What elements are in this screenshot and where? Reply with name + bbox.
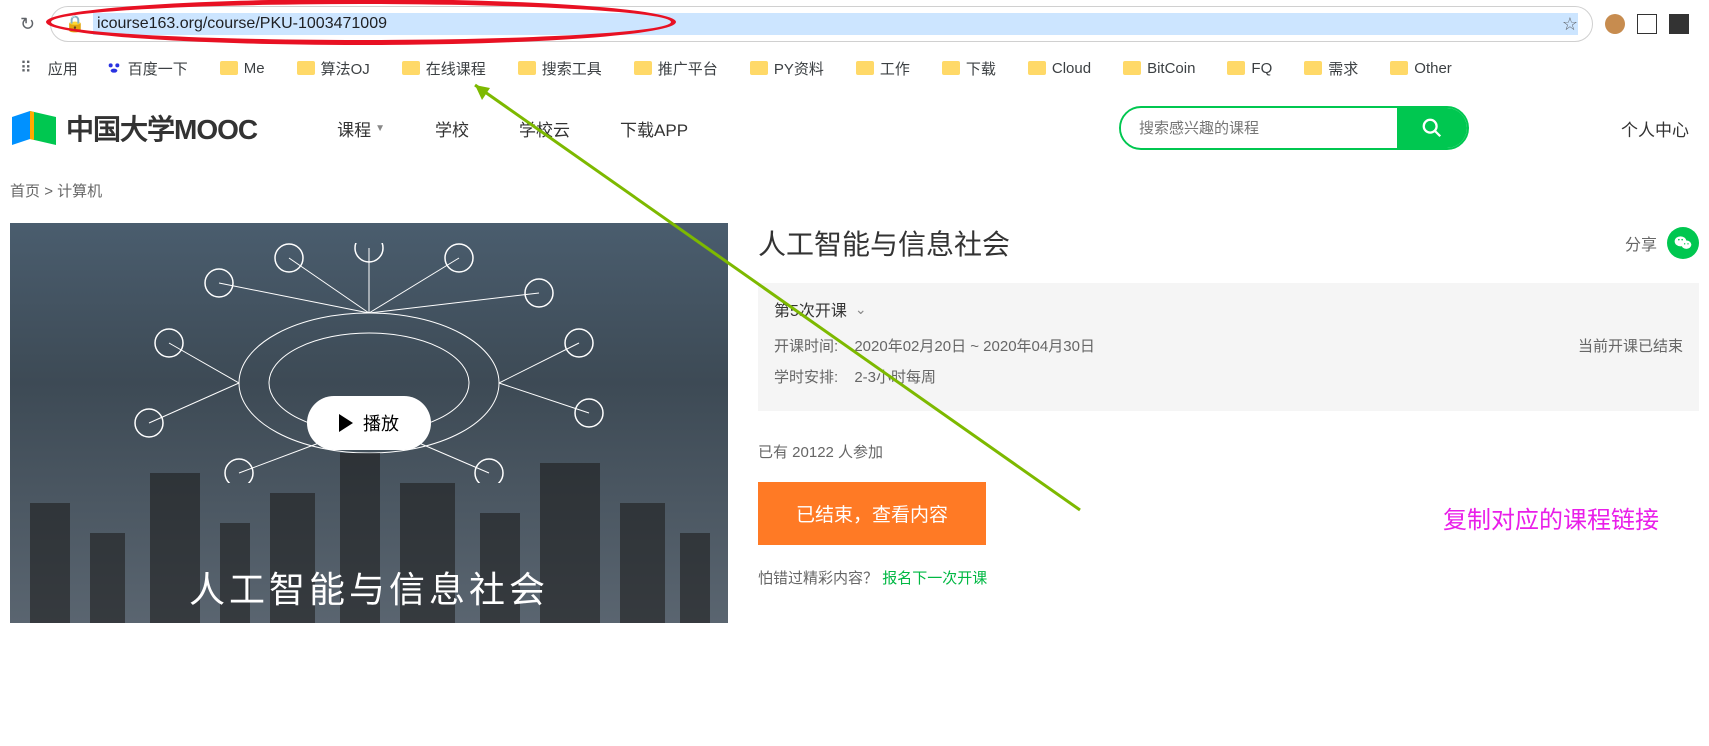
personal-center-link[interactable]: 个人中心: [1621, 116, 1689, 141]
bookmark-label: 工作: [880, 58, 910, 79]
play-button[interactable]: 播放: [307, 396, 431, 450]
play-label: 播放: [363, 410, 399, 436]
bookmark-label: Cloud: [1052, 60, 1091, 77]
bookmark-label: 搜索工具: [542, 58, 602, 79]
bookmark-folder[interactable]: 工作: [856, 58, 910, 79]
bookmark-label: Other: [1414, 60, 1452, 77]
open-time-label: 开课时间:: [774, 338, 838, 355]
session-label: 第5次开课: [774, 297, 847, 321]
site-name[interactable]: 中国大学MOOC: [66, 108, 257, 148]
folder-icon: [297, 61, 315, 75]
bookmark-folder[interactable]: Other: [1390, 60, 1452, 77]
bookmark-folder[interactable]: 搜索工具: [518, 58, 602, 79]
url-text[interactable]: icourse163.org/course/PKU-1003471009: [93, 13, 1578, 35]
share-label: 分享: [1625, 231, 1657, 255]
nav-courses[interactable]: 课程▼: [337, 116, 385, 141]
bookmark-label: FQ: [1251, 60, 1272, 77]
folder-icon: [518, 61, 536, 75]
bookmark-folder[interactable]: FQ: [1227, 60, 1272, 77]
bookmark-folder[interactable]: Cloud: [1028, 60, 1091, 77]
bookmark-folder[interactable]: 需求: [1304, 58, 1358, 79]
folder-icon: [942, 61, 960, 75]
session-status: 当前开课已结束: [1578, 335, 1683, 356]
search-icon: [1421, 117, 1443, 139]
extension-icon[interactable]: [1669, 14, 1689, 34]
session-info-box: 第5次开课 ⌄ 开课时间: 2020年02月20日 ~ 2020年04月30日 …: [758, 283, 1699, 411]
lock-icon: 🔒: [65, 14, 85, 34]
bookmark-star-icon[interactable]: ☆: [1562, 14, 1578, 35]
wechat-share-icon[interactable]: [1667, 227, 1699, 259]
play-icon: [339, 414, 353, 432]
bookmark-label: 百度一下: [128, 58, 188, 79]
bookmark-label: 算法OJ: [321, 58, 370, 79]
bookmark-label: 下载: [966, 58, 996, 79]
open-time-value: 2020年02月20日 ~ 2020年04月30日: [854, 338, 1095, 355]
chevron-down-icon: ▼: [375, 123, 385, 134]
folder-icon: [220, 61, 238, 75]
bookmark-folder[interactable]: 推广平台: [634, 58, 718, 79]
folder-icon: [1390, 61, 1408, 75]
bookmark-baidu[interactable]: 百度一下: [106, 58, 188, 79]
folder-icon: [750, 61, 768, 75]
folder-icon: [856, 61, 874, 75]
site-logo-icon: [10, 109, 58, 147]
bookmark-folder[interactable]: 在线课程: [402, 58, 486, 79]
bookmark-folder[interactable]: 算法OJ: [297, 58, 370, 79]
apps-icon[interactable]: ⠿: [20, 58, 32, 78]
bookmark-label: Me: [244, 60, 265, 77]
breadcrumb-home[interactable]: 首页: [10, 183, 40, 200]
breadcrumb: 首页 > 计算机: [0, 168, 1709, 213]
annotation-text: 复制对应的课程链接: [1443, 500, 1659, 535]
folder-icon: [1028, 61, 1046, 75]
video-panel: 播放 人工智能与信息社会: [10, 223, 728, 623]
bookmark-label: 推广平台: [658, 58, 718, 79]
bookmark-folder[interactable]: PY资料: [750, 58, 824, 79]
enroll-next-link[interactable]: 报名下一次开课: [882, 570, 987, 587]
nav-cloud[interactable]: 学校云: [519, 116, 570, 141]
cookie-extension-icon[interactable]: [1605, 14, 1625, 34]
site-header: 中国大学MOOC 课程▼ 学校 学校云 下载APP 个人中心: [0, 88, 1709, 168]
folder-icon: [1123, 61, 1141, 75]
bookmark-folder[interactable]: 下载: [942, 58, 996, 79]
nav-schools[interactable]: 学校: [435, 116, 469, 141]
folder-icon: [1227, 61, 1245, 75]
bookmark-label: BitCoin: [1147, 60, 1195, 77]
breadcrumb-category[interactable]: 计算机: [57, 183, 102, 200]
hours-label: 学时安排:: [774, 369, 838, 386]
course-title: 人工智能与信息社会: [758, 223, 1010, 263]
search-box: [1119, 106, 1469, 150]
folder-icon: [634, 61, 652, 75]
nav-app[interactable]: 下载APP: [620, 116, 688, 141]
bookmark-folder[interactable]: BitCoin: [1123, 60, 1195, 77]
extension-icon[interactable]: [1637, 14, 1657, 34]
search-button[interactable]: [1397, 108, 1467, 148]
bookmark-label: 在线课程: [426, 58, 486, 79]
view-content-button[interactable]: 已结束，查看内容: [758, 482, 986, 545]
address-bar[interactable]: 🔒 icourse163.org/course/PKU-1003471009 ☆: [50, 6, 1593, 42]
follow-next-row: 怕错过精彩内容？ 报名下一次开课: [758, 567, 1699, 588]
bookmark-label: 需求: [1328, 58, 1358, 79]
apps-label[interactable]: 应用: [48, 58, 78, 79]
bookmark-folder[interactable]: Me: [220, 60, 265, 77]
reload-icon[interactable]: ↻: [20, 14, 35, 35]
hours-value: 2-3小时每周: [854, 369, 936, 386]
baidu-icon: [106, 60, 122, 76]
search-input[interactable]: [1121, 110, 1397, 147]
bookmark-bar: ⠿ 应用 百度一下 Me 算法OJ 在线课程 搜索工具 推广平台 PY资料 工作…: [0, 48, 1709, 88]
video-title-overlay: 人工智能与信息社会: [189, 561, 549, 613]
participants-count: 已有 20122 人参加: [758, 441, 1699, 462]
bookmark-label: PY资料: [774, 58, 824, 79]
folder-icon: [1304, 61, 1322, 75]
session-selector[interactable]: 第5次开课 ⌄: [774, 297, 1683, 321]
chevron-down-icon: ⌄: [855, 301, 867, 318]
folder-icon: [402, 61, 420, 75]
